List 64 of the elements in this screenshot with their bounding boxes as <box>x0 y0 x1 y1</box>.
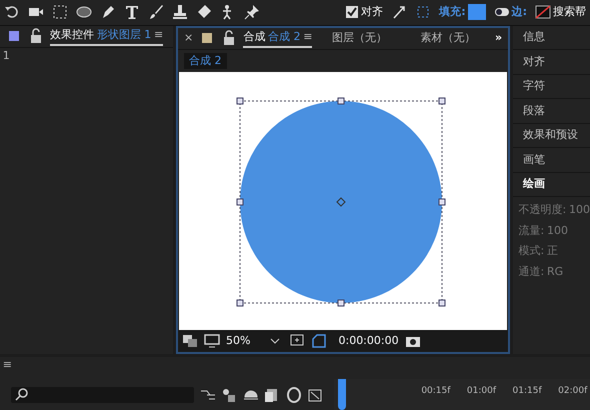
graph-icon[interactable] <box>307 386 323 402</box>
viewer-tab[interactable]: 图层（无） <box>318 30 401 47</box>
brush-icon[interactable] <box>148 4 164 20</box>
search-icon[interactable] <box>14 386 30 402</box>
ruler-label: 01:15f <box>512 384 542 398</box>
property-label: 流量: <box>518 222 544 239</box>
property-value: 100 <box>547 222 569 239</box>
anchor-point-icon[interactable] <box>336 197 346 207</box>
fill-swatch[interactable] <box>468 4 486 20</box>
align-label: 对齐 <box>361 4 384 20</box>
undo-icon[interactable] <box>4 4 20 20</box>
stroke-swatch-icon[interactable] <box>535 4 551 20</box>
timecode[interactable]: 0:00:00:00 <box>338 333 399 350</box>
layer-row-text: 1 <box>2 48 11 64</box>
property-label: 不透明度: <box>518 202 566 218</box>
panel-item[interactable]: 画笔 <box>513 148 590 173</box>
playhead-icon[interactable] <box>338 379 346 410</box>
marquee-icon[interactable] <box>52 4 68 20</box>
ruler-label: 01:00f <box>466 384 496 398</box>
fill-label: 填充: <box>439 4 466 20</box>
property-value: 100 <box>569 202 590 218</box>
more-panels-button[interactable]: » <box>494 30 502 47</box>
panel-title: 合成 <box>243 29 266 46</box>
lock-icon[interactable] <box>28 28 44 44</box>
panel-item[interactable]: 字符 <box>513 74 590 100</box>
ruler-label: 02:00f <box>558 384 588 398</box>
comp-subtab[interactable]: 合成 2 <box>184 52 228 70</box>
zoom-value: 50% <box>226 333 250 349</box>
property-label: 通道: <box>518 264 544 280</box>
text-icon[interactable] <box>124 4 140 20</box>
stroke-label: 边: <box>512 4 527 20</box>
zoom-dropdown[interactable]: 50% <box>226 333 283 350</box>
shapes-icon[interactable] <box>221 386 237 402</box>
panel-item[interactable]: 对齐 <box>513 50 590 75</box>
comp-name[interactable]: 合成 2 <box>268 29 300 46</box>
arrow-icon[interactable] <box>391 4 408 20</box>
pin-icon[interactable] <box>244 4 260 20</box>
stamp-icon[interactable] <box>172 4 188 20</box>
ring-icon[interactable] <box>286 386 302 402</box>
viewer-tab[interactable]: 素材（无） <box>406 30 489 47</box>
mask-toggle-icon[interactable] <box>310 333 327 350</box>
ruler-label: 00:15f <box>421 384 450 398</box>
snap-icon[interactable] <box>415 4 432 20</box>
layer-name[interactable]: 形状图层 1 <box>96 27 152 44</box>
menu-icon[interactable]: ≡ <box>303 29 312 46</box>
align-checkbox[interactable] <box>346 6 358 18</box>
monitor-icon[interactable] <box>204 333 220 350</box>
overlay-icon[interactable] <box>182 333 198 350</box>
panel-item[interactable]: 段落 <box>513 99 590 124</box>
panel-item[interactable]: 信息 <box>513 26 590 50</box>
property-label: 模式: <box>518 243 544 260</box>
property-value: 正 <box>547 243 559 260</box>
layers-icon[interactable] <box>264 386 280 402</box>
search-help-label: 搜索帮 <box>553 4 586 20</box>
ellipse-icon[interactable] <box>76 4 92 20</box>
property-value: RG <box>547 264 564 280</box>
menu-icon[interactable]: ≡ <box>2 357 12 379</box>
close-icon[interactable]: × <box>184 30 194 47</box>
panel-title: 效果控件 <box>50 27 94 44</box>
panel-item[interactable]: 效果和预设 <box>513 124 590 148</box>
pen-icon[interactable] <box>100 4 116 20</box>
search-field[interactable] <box>11 386 194 402</box>
panel-item[interactable]: 绘画 <box>513 172 590 198</box>
menu-icon[interactable]: ≡ <box>154 27 164 44</box>
